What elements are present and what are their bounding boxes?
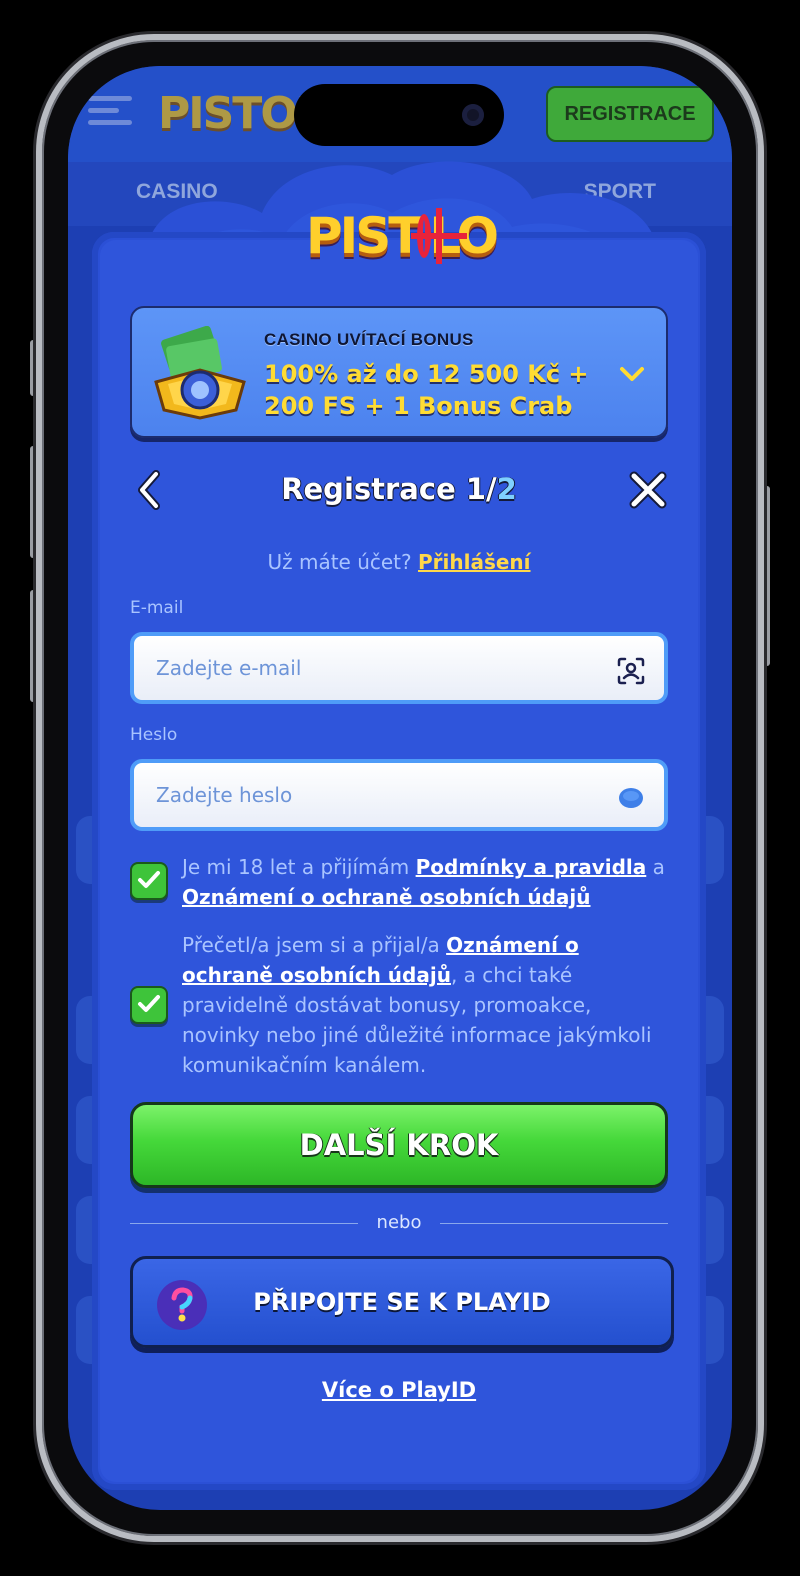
bonus-title: 100% až do 12 500 Kč + 200 FS + 1 Bonus … — [264, 360, 589, 420]
face-id-icon[interactable] — [616, 656, 646, 686]
marketing-checkbox[interactable] — [130, 986, 168, 1024]
marketing-consent-text: Přečetl/a jsem si a přijal/a Oznámení o … — [182, 933, 652, 1077]
bonus-subtitle: CASINO UVÍTACÍ BONUS — [264, 330, 474, 349]
playid-button[interactable]: PŘIPOJTE SE K PLAYID — [130, 1256, 674, 1348]
terms-checkbox[interactable] — [130, 862, 168, 900]
email-label: E-mail — [130, 598, 184, 618]
close-icon[interactable] — [628, 470, 668, 510]
next-step-button[interactable]: DALŠÍ KROK — [130, 1102, 668, 1188]
terms-link[interactable]: Podmínky a pravidla — [416, 855, 647, 879]
phone-power-button — [764, 486, 770, 666]
background-register-button: REGISTRACE — [546, 86, 714, 142]
step-indicator: 2 — [496, 472, 517, 506]
money-chest-icon — [154, 326, 246, 420]
modal-header: Registrace 1/2 — [130, 466, 668, 516]
chevron-down-icon[interactable] — [618, 360, 646, 388]
or-divider: nebo — [130, 1212, 668, 1236]
password-label: Heslo — [130, 725, 178, 745]
modal-title: Registrace 1/2 — [281, 472, 517, 506]
playid-logo-icon — [157, 1280, 207, 1330]
email-field-wrapper — [130, 632, 668, 704]
more-about-playid-link[interactable]: Více o PlayID — [130, 1378, 668, 1402]
privacy-link[interactable]: Oznámení o ochraně osobních údajů — [182, 885, 591, 909]
login-link[interactable]: Přihlášení — [418, 550, 531, 574]
password-field-wrapper — [130, 759, 668, 831]
login-prompt: Už máte účet? Přihlášení — [267, 550, 531, 574]
playid-label: PŘIPOJTE SE K PLAYID — [253, 1288, 551, 1316]
pistolo-logo: PIST LO — [306, 207, 499, 265]
dynamic-island — [294, 84, 504, 146]
terms-consent-text: Je mi 18 let a přijímám Podmínky a pravi… — [182, 855, 665, 909]
email-field[interactable] — [156, 656, 596, 680]
crosshair-icon — [411, 208, 468, 264]
password-field[interactable] — [156, 783, 596, 807]
welcome-bonus-card[interactable]: CASINO UVÍTACÍ BONUS 100% až do 12 500 K… — [130, 306, 668, 438]
eye-icon[interactable] — [616, 783, 646, 813]
menu-icon — [88, 96, 132, 132]
